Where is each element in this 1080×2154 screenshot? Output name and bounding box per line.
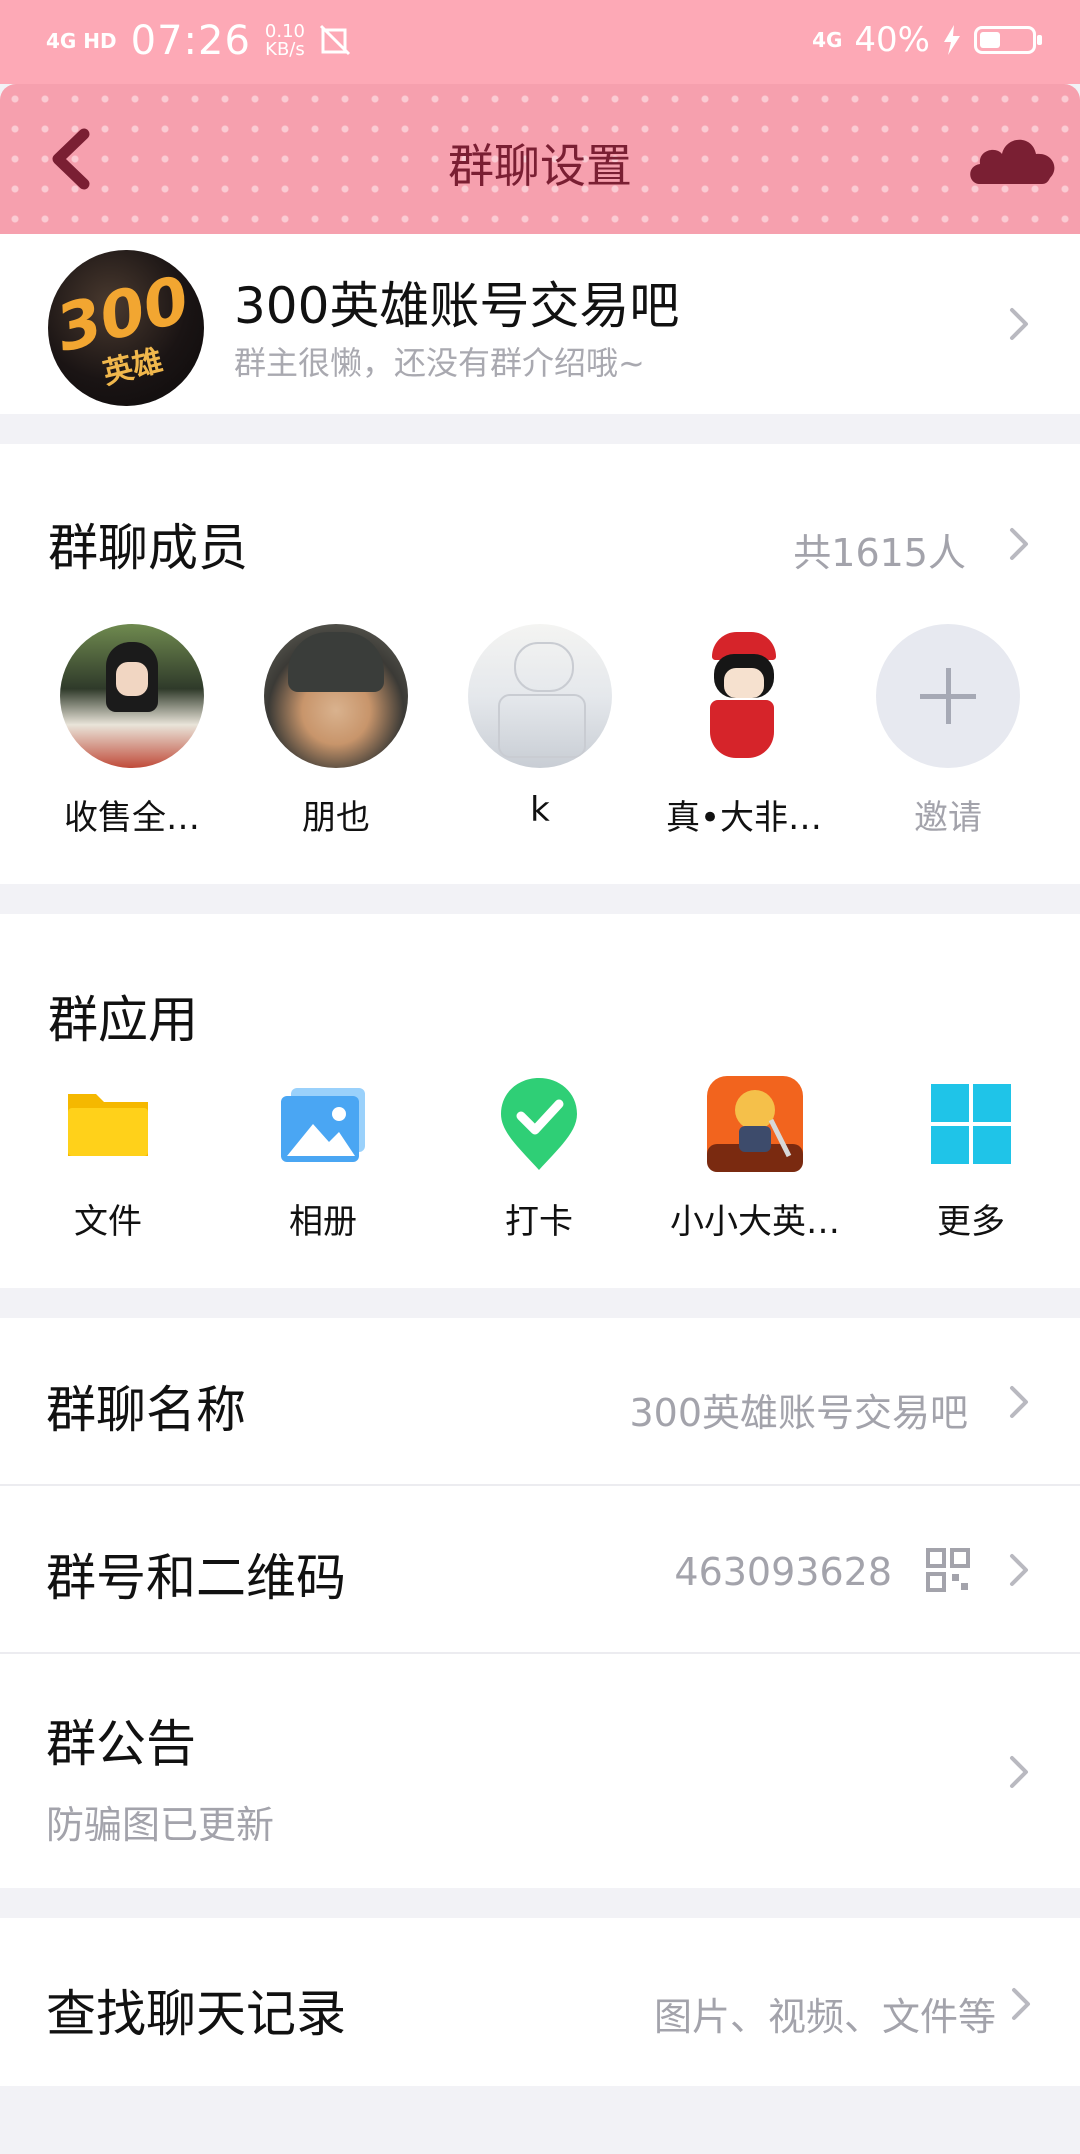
battery-percent: 40% [854,20,930,60]
group-number-row[interactable]: 群号和二维码 463093628 [0,1486,1080,1652]
member-avatar[interactable] [60,624,204,768]
add-icon[interactable] [876,624,1020,768]
announcement-value: 防骗图已更新 [46,1803,275,1847]
member-item[interactable]: 朋也 [246,624,426,839]
search-history-row[interactable]: 查找聊天记录 图片、视频、文件等 [0,1918,1080,2086]
group-description: 群主很懒，还没有群介绍哦~ [234,344,645,382]
cloud-icon [970,139,1055,184]
announcement-label: 群公告 [46,1715,196,1773]
clock: 07:26 [130,18,251,64]
charging-icon [944,25,960,55]
group-number-label: 群号和二维码 [46,1549,346,1607]
app-label: 相册 [289,1202,357,1242]
group-avatar[interactable]: 300 英雄 [48,250,204,406]
group-name: 300英雄账号交易吧 [234,277,680,335]
member-item[interactable]: 真•大非… [654,624,834,839]
chevron-right-icon [1008,1384,1030,1420]
member-name: 真•大非… [665,798,823,838]
chevron-right-icon [1008,1754,1030,1790]
qr-code-icon [926,1548,970,1592]
member-avatar[interactable] [672,624,816,768]
chevron-right-icon [1008,306,1030,342]
member-name: k [530,790,550,830]
app-label: 小小大英… [670,1202,840,1242]
check-in-icon [489,1074,589,1174]
app-game[interactable]: 小小大英… [670,1074,840,1243]
grid-more-icon [921,1074,1021,1174]
invite-button[interactable]: 邀请 [858,624,1038,839]
status-bar: 4G HD 07:26 0.10 KB/s 4G 40% [0,0,1080,84]
members-count[interactable]: 共1615人 [793,522,966,577]
app-more[interactable]: 更多 [886,1074,1056,1243]
screenshot-icon [319,24,351,56]
group-number-value: 463093628 [674,1550,892,1594]
member-name: 朋也 [302,798,370,838]
photo-album-icon [273,1074,373,1174]
member-avatar[interactable] [264,624,408,768]
member-name: 收售全… [64,798,200,838]
search-history-label: 查找聊天记录 [46,1985,346,2043]
app-checkin[interactable]: 打卡 [454,1074,624,1243]
network-indicator-right: 4G [812,28,843,52]
folder-icon [58,1074,158,1174]
member-item[interactable]: k [450,624,630,830]
app-label: 更多 [937,1202,1005,1242]
network-speed: 0.10 KB/s [265,23,305,59]
chevron-right-icon [1008,1552,1030,1588]
group-name-value: 300英雄账号交易吧 [629,1391,968,1435]
cloud-button[interactable] [966,126,1062,190]
network-indicator: 4G HD [46,29,117,53]
battery-icon [974,26,1042,54]
app-album[interactable]: 相册 [238,1074,408,1243]
group-name-label: 群聊名称 [46,1381,246,1439]
group-name-row[interactable]: 群聊名称 300英雄账号交易吧 [0,1318,1080,1484]
game-icon [705,1074,805,1174]
members-title: 群聊成员 [48,519,248,577]
chevron-right-icon[interactable] [1008,526,1030,562]
speed-unit: KB/s [265,39,305,60]
app-files[interactable]: 文件 [23,1074,193,1243]
invite-label: 邀请 [914,798,982,838]
search-history-hint: 图片、视频、文件等 [653,1995,996,2039]
page-title: 群聊设置 [448,139,632,193]
apps-title: 群应用 [48,991,198,1049]
member-item[interactable]: 收售全… [42,624,222,839]
chevron-right-icon [1010,1986,1032,2022]
app-label: 打卡 [505,1202,573,1242]
announcement-row[interactable]: 群公告 防骗图已更新 [0,1654,1080,1888]
member-avatar[interactable] [468,624,612,768]
nav-header: 群聊设置 [0,84,1080,234]
app-label: 文件 [74,1202,142,1242]
battery-level [980,32,1000,48]
